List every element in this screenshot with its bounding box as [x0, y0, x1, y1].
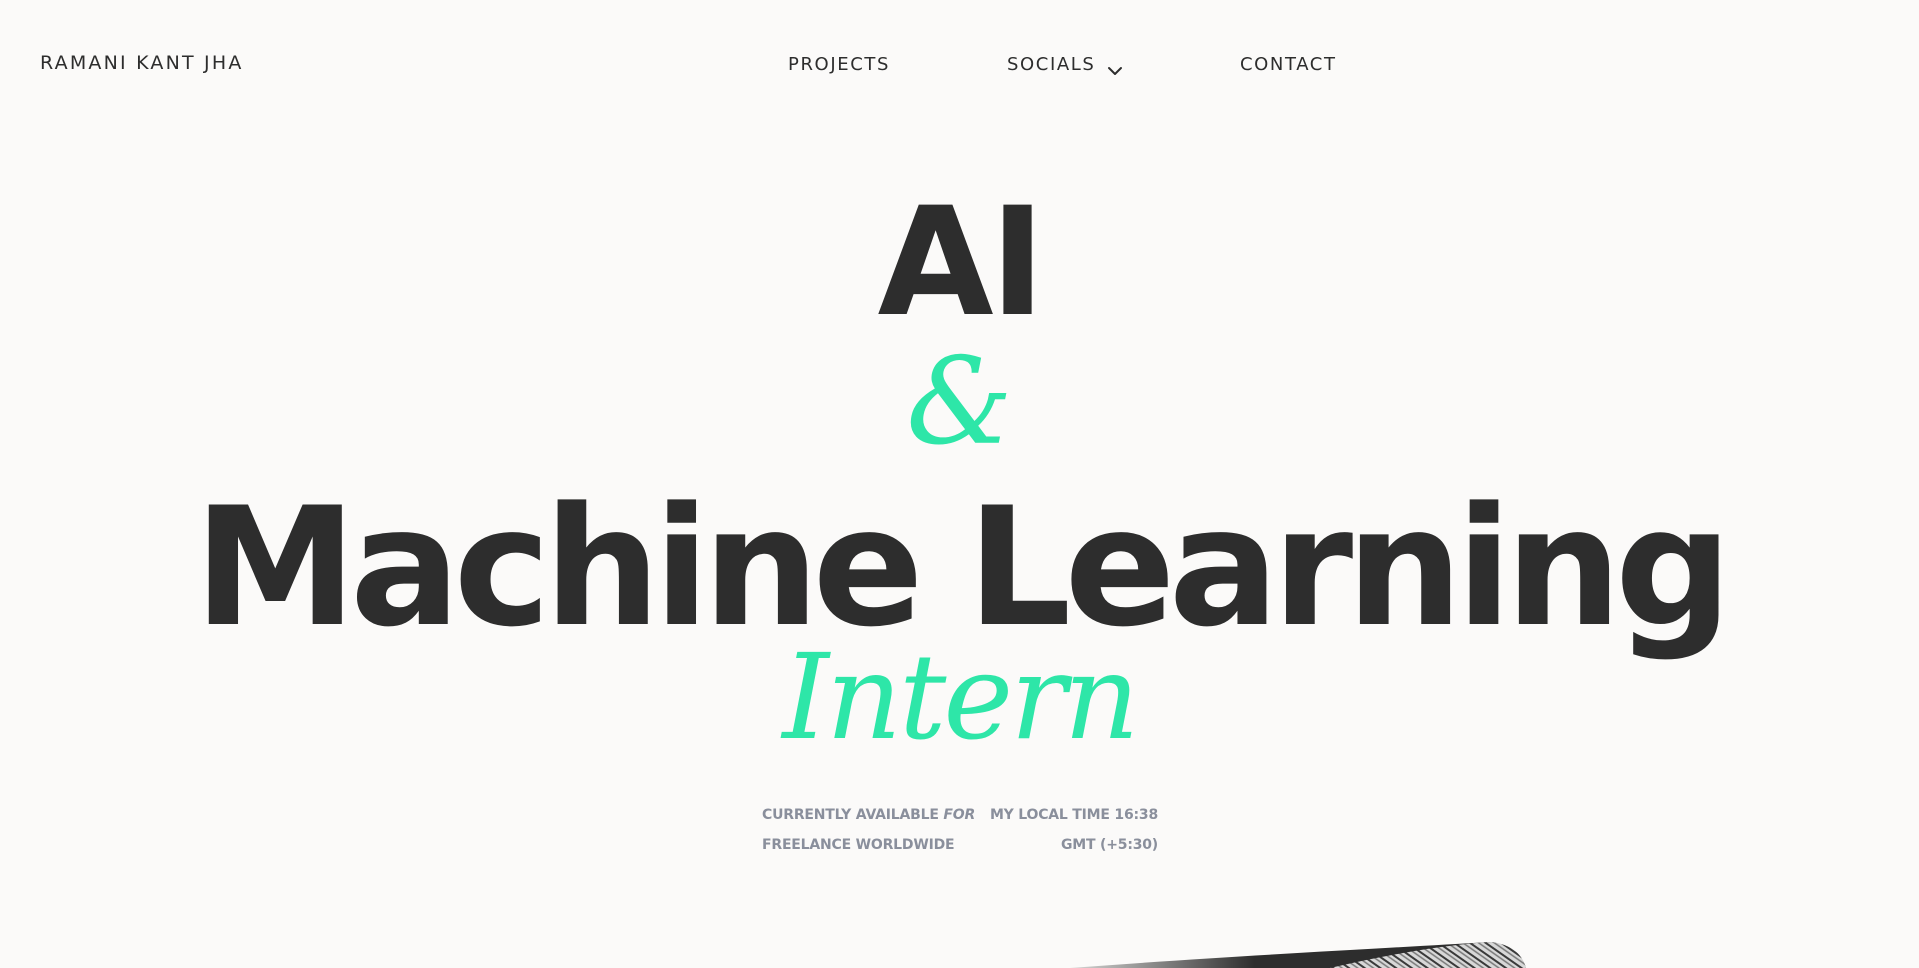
- availability-emphasis: FOR: [943, 807, 976, 823]
- nav-contact-link[interactable]: CONTACT: [1240, 54, 1337, 75]
- availability-prefix: CURRENTLY AVAILABLE: [762, 807, 939, 823]
- local-time: MY LOCAL TIME 16:38 GMT (+5:30): [990, 800, 1158, 860]
- hero-ampersand: &: [906, 333, 1013, 472]
- brand-logo-link[interactable]: RAMANI KANT JHA: [40, 52, 244, 74]
- local-time-timezone: GMT (+5:30): [1061, 837, 1158, 853]
- nav-socials-dropdown[interactable]: SOCIALS: [1007, 54, 1123, 75]
- nav-contact-label: CONTACT: [1240, 54, 1337, 75]
- local-time-line-1: MY LOCAL TIME 16:38: [989, 807, 1158, 823]
- hero-subtitle-intern: Intern: [782, 628, 1139, 766]
- hero-title-ai: AI: [877, 176, 1046, 350]
- site-header: RAMANI KANT JHA PROJECTS SOCIALS CONTACT: [0, 0, 1919, 128]
- availability-status: CURRENTLY AVAILABLE FOR FREELANCE WORLDW…: [762, 800, 975, 860]
- nav-projects-label: PROJECTS: [788, 54, 891, 75]
- decorative-image-preview: [1030, 940, 1530, 968]
- nav-socials-label: SOCIALS: [1007, 54, 1096, 75]
- chevron-down-icon: [1107, 60, 1123, 75]
- availability-line-2: FREELANCE WORLDWIDE: [762, 837, 955, 853]
- nav-projects-link[interactable]: PROJECTS: [788, 54, 890, 75]
- availability-line-1: CURRENTLY AVAILABLE FOR: [762, 800, 975, 830]
